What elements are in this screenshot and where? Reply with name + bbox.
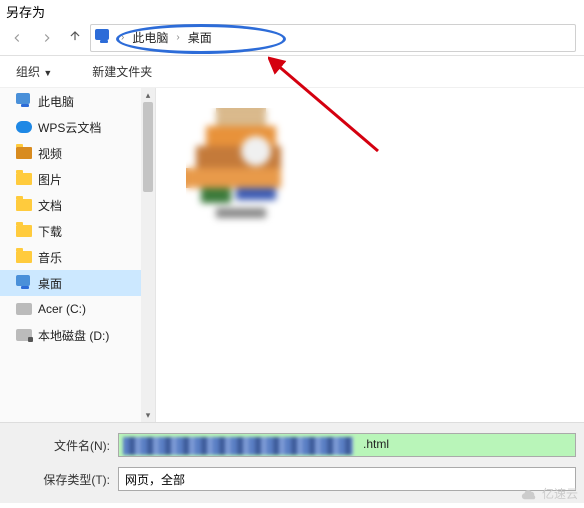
filename-extension: .html: [359, 437, 393, 451]
breadcrumb-item[interactable]: 桌面: [184, 29, 216, 46]
documents-folder-icon: [16, 197, 32, 213]
up-button[interactable]: [68, 29, 82, 46]
window-title: 另存为: [0, 0, 584, 20]
cloud-icon: [16, 119, 32, 135]
sidebar-item-pictures[interactable]: 图片: [0, 166, 155, 192]
disk-icon: [16, 327, 32, 343]
toolbar: 组织 ▼ 新建文件夹: [0, 56, 584, 88]
sidebar-item-label: WPS云文档: [38, 119, 101, 136]
navigation-bar: › 此电脑 › 桌面: [0, 20, 584, 56]
sidebar-item-label: 音乐: [38, 249, 62, 266]
sidebar-item-documents[interactable]: 文档: [0, 192, 155, 218]
sidebar-item-label: 视频: [38, 145, 62, 162]
monitor-icon: [16, 93, 32, 109]
save-form: 文件名(N): .html 保存类型(T): 网页，全部: [0, 422, 584, 503]
chevron-right-icon: ›: [117, 32, 128, 43]
music-folder-icon: [16, 249, 32, 265]
pictures-folder-icon: [16, 171, 32, 187]
filetype-label: 保存类型(T):: [8, 471, 118, 488]
scroll-up-icon[interactable]: ▴: [141, 88, 155, 102]
sidebar-item-label: 此电脑: [38, 93, 74, 110]
sidebar-item-drive-d[interactable]: 本地磁盘 (D:) ⌃: [0, 322, 155, 348]
sidebar-item-music[interactable]: 音乐: [0, 244, 155, 270]
chevron-right-icon: ›: [172, 32, 183, 43]
filename-value-blurred: [123, 437, 353, 455]
file-list-area[interactable]: [156, 88, 584, 422]
sidebar-item-label: 文档: [38, 197, 62, 214]
scroll-down-icon[interactable]: ▾: [141, 408, 155, 422]
sidebar-item-label: 图片: [38, 171, 62, 188]
video-folder-icon: [16, 145, 32, 161]
filename-label: 文件名(N):: [8, 437, 118, 454]
scroll-thumb[interactable]: [143, 102, 153, 192]
disk-icon: [16, 301, 32, 317]
desktop-icon: [16, 275, 32, 291]
filetype-select[interactable]: 网页，全部: [118, 467, 576, 491]
sidebar-item-label: 桌面: [38, 275, 62, 292]
sidebar-item-downloads[interactable]: 下载: [0, 218, 155, 244]
breadcrumb-item[interactable]: 此电脑: [128, 29, 172, 46]
sidebar-item-this-pc[interactable]: 此电脑 ⌃: [0, 88, 155, 114]
address-icon: [95, 29, 113, 47]
sidebar-item-label: Acer (C:): [38, 302, 86, 316]
address-bar[interactable]: › 此电脑 › 桌面: [90, 24, 576, 52]
content-area: 此电脑 ⌃ WPS云文档 视频 图片 文档 下载 音乐 桌面: [0, 88, 584, 422]
sidebar-item-wps-cloud[interactable]: WPS云文档: [0, 114, 155, 140]
sidebar-item-label: 下载: [38, 223, 62, 240]
filename-input[interactable]: .html: [118, 433, 576, 457]
back-button[interactable]: [8, 29, 26, 47]
sidebar: 此电脑 ⌃ WPS云文档 视频 图片 文档 下载 音乐 桌面: [0, 88, 156, 422]
forward-button[interactable]: [38, 29, 56, 47]
sidebar-scrollbar[interactable]: ▴ ▾: [141, 88, 155, 422]
sidebar-item-label: 本地磁盘 (D:): [38, 327, 109, 344]
sidebar-item-drive-c[interactable]: Acer (C:): [0, 296, 155, 322]
organize-button[interactable]: 组织 ▼: [8, 59, 60, 84]
downloads-folder-icon: [16, 223, 32, 239]
new-folder-button[interactable]: 新建文件夹: [84, 59, 160, 84]
watermark: 亿速云: [520, 485, 578, 502]
sidebar-item-desktop[interactable]: 桌面: [0, 270, 155, 296]
file-item[interactable]: [186, 108, 306, 228]
filetype-value: 网页，全部: [125, 471, 185, 488]
sidebar-item-videos[interactable]: 视频: [0, 140, 155, 166]
